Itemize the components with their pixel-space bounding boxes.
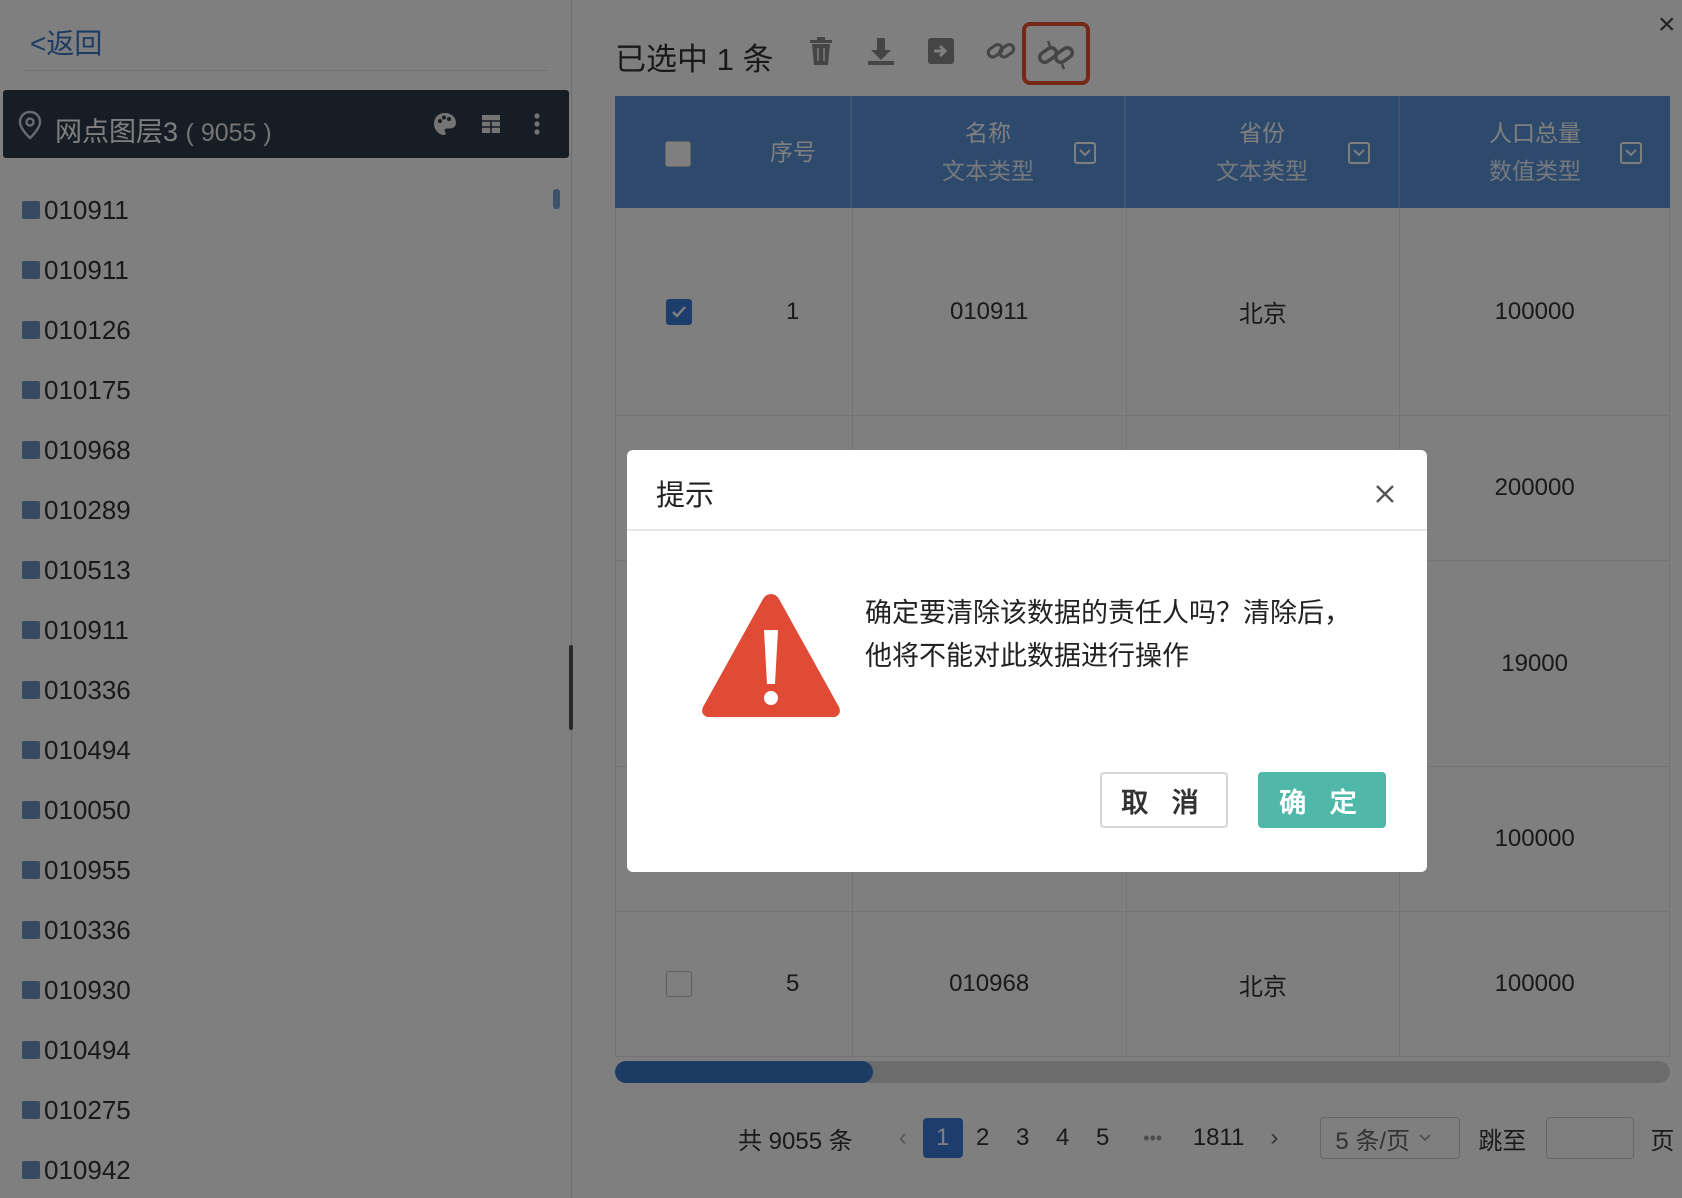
- confirm-dialog: 提示 确定要清除该数据的责任人吗？清除后， 他将不能对此数据进行操作 取 消 确…: [627, 450, 1427, 872]
- message-line: 他将不能对此数据进行操作: [865, 641, 1189, 671]
- message-line: 确定要清除该数据的责任人吗？清除后，: [865, 598, 1351, 628]
- warning-icon: [702, 594, 840, 717]
- dialog-title: 提示: [656, 480, 715, 512]
- dialog-message: 确定要清除该数据的责任人吗？清除后， 他将不能对此数据进行操作: [865, 592, 1385, 678]
- close-icon[interactable]: [1373, 482, 1397, 506]
- dialog-header: 提示: [627, 450, 1427, 531]
- confirm-button[interactable]: 确 定: [1258, 772, 1386, 828]
- cancel-button[interactable]: 取 消: [1100, 772, 1228, 828]
